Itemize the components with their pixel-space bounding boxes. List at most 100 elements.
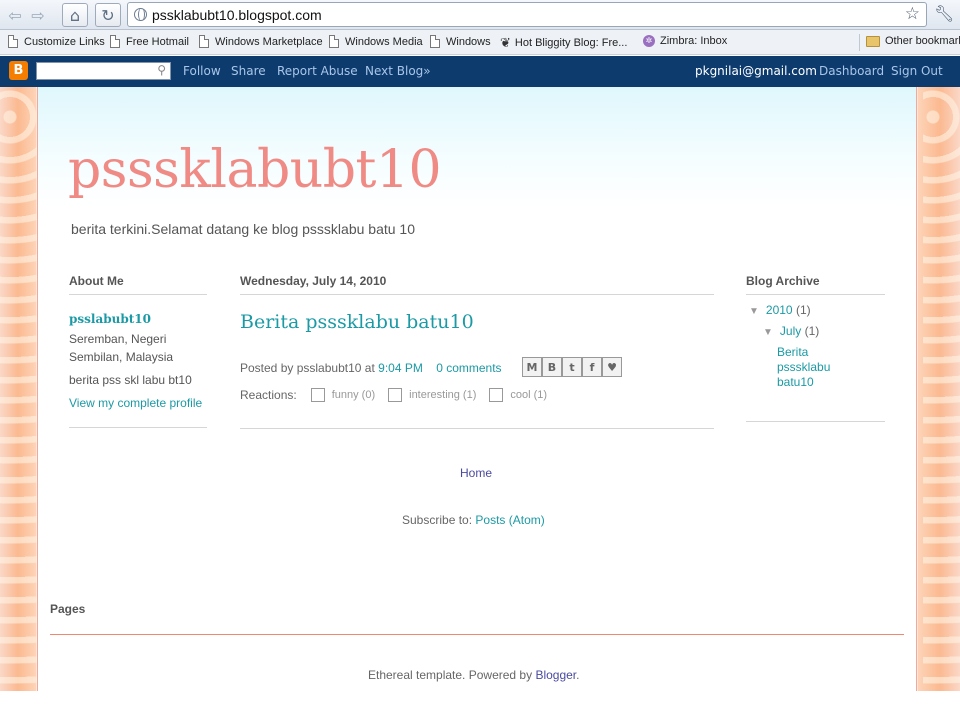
- follow-link[interactable]: Follow: [183, 64, 221, 78]
- at-label: at: [364, 361, 375, 375]
- bookmark-label: Windows: [446, 35, 491, 48]
- blogger-navbar: B ⚲ Follow Share Report Abuse Next Blog»…: [0, 56, 960, 87]
- globe-icon: [134, 8, 147, 21]
- bookmark-label: Other bookmarks: [885, 35, 960, 47]
- footer-text: Ethereal template. Powered by: [368, 668, 533, 682]
- reaction-label: funny (0): [331, 389, 376, 401]
- profile-about-text: berita pss skl labu bt10: [69, 373, 192, 387]
- reaction-interesting[interactable]: interesting (1): [388, 388, 476, 402]
- bookmark-windows[interactable]: Windows: [430, 35, 491, 48]
- reaction-funny[interactable]: funny (0): [310, 388, 376, 402]
- bookmark-label: Zimbra: Inbox: [660, 35, 728, 47]
- page-icon: [8, 35, 18, 48]
- blog-title[interactable]: psssklabubt10: [68, 140, 442, 200]
- archive-post-link[interactable]: Berita psssklabu batu10: [777, 345, 847, 390]
- bookmarks-bar: Customize Links Free Hotmail Windows Mar…: [0, 30, 960, 55]
- bookmark-label: Customize Links: [24, 35, 105, 48]
- home-icon[interactable]: ⌂: [62, 3, 88, 27]
- bookmark-star-icon[interactable]: ☆: [905, 4, 920, 24]
- share-buttons: M B t f ♥: [522, 357, 622, 377]
- archive-month-link[interactable]: July: [780, 324, 801, 338]
- bookmark-label: Windows Media: [345, 35, 423, 48]
- dashboard-link[interactable]: Dashboard: [819, 64, 884, 78]
- report-abuse-link[interactable]: Report Abuse: [277, 64, 358, 78]
- page-icon: [199, 35, 209, 48]
- posts-atom-link[interactable]: Posts (Atom): [475, 513, 544, 527]
- reaction-checkbox[interactable]: [310, 388, 325, 402]
- comments-link[interactable]: 0 comments: [436, 361, 501, 375]
- about-me-heading: About Me: [69, 274, 124, 288]
- blog-archive-heading: Blog Archive: [746, 274, 820, 288]
- archive-year: ▼ 2010 (1): [749, 303, 811, 317]
- divider: [50, 634, 904, 635]
- posted-by-label: Posted by: [240, 361, 294, 375]
- reaction-checkbox[interactable]: [489, 388, 504, 402]
- address-bar[interactable]: pssklabubt10.blogspot.com ☆: [127, 2, 927, 27]
- reaction-checkbox[interactable]: [388, 388, 403, 402]
- post-footer: Posted by psslabubt10 at 9:04 PM 0 comme…: [240, 361, 502, 375]
- pages-heading: Pages: [50, 602, 86, 616]
- blogger-logo-icon[interactable]: B: [9, 61, 28, 80]
- reload-icon[interactable]: ↻: [95, 3, 121, 27]
- bookmark-other-bookmarks[interactable]: Other bookmarks: [866, 35, 960, 47]
- reactions-label: Reactions:: [240, 388, 297, 402]
- wrench-icon[interactable]: 🔧︎: [934, 4, 954, 23]
- buzz-share-icon[interactable]: ♥: [602, 357, 622, 377]
- browser-toolbar: ⇦ ⇨ ⌂ ↻ pssklabubt10.blogspot.com ☆ 🔧︎: [0, 0, 960, 30]
- divider: [69, 427, 207, 428]
- bookmark-free-hotmail[interactable]: Free Hotmail: [110, 35, 189, 48]
- blogger-link[interactable]: Blogger: [535, 668, 576, 682]
- archive-year-count: (1): [795, 303, 811, 317]
- page-icon: [110, 35, 120, 48]
- subscribe-label: Subscribe to:: [402, 513, 473, 527]
- bookmark-windows-marketplace[interactable]: Windows Marketplace: [199, 35, 323, 48]
- bookmark-windows-media[interactable]: Windows Media: [329, 35, 423, 48]
- archive-month-count: (1): [804, 324, 820, 338]
- footer-suffix: .: [576, 668, 580, 682]
- wheat-icon: ❦: [500, 35, 511, 50]
- twitter-share-icon[interactable]: t: [562, 357, 582, 377]
- bookmark-label: Free Hotmail: [126, 35, 189, 48]
- right-floral-border: [923, 87, 960, 691]
- profile-location: Seremban, Negeri Sembilan, Malaysia: [69, 332, 174, 364]
- triangle-down-icon[interactable]: ▼: [749, 306, 759, 317]
- bookmark-label: Windows Marketplace: [215, 35, 323, 48]
- reaction-label: interesting (1): [409, 389, 477, 401]
- reaction-cool[interactable]: cool (1): [489, 388, 547, 402]
- bookmark-label: Hot Bliggity Blog: Fre...: [514, 37, 628, 49]
- back-arrow-icon[interactable]: ⇦: [4, 3, 26, 27]
- page-icon: [430, 35, 440, 48]
- url-text: pssklabubt10.blogspot.com: [152, 6, 322, 23]
- bookmark-customize-links[interactable]: Customize Links: [8, 35, 105, 48]
- email-post-icon[interactable]: M: [522, 357, 542, 377]
- blog-search-input[interactable]: ⚲: [36, 62, 171, 80]
- post-author: psslabubt10: [296, 361, 362, 375]
- forward-arrow-icon[interactable]: ⇨: [27, 3, 49, 27]
- folder-icon: [866, 35, 880, 47]
- post-title-link[interactable]: Berita psssklabu batu10: [240, 311, 474, 333]
- subscribe-line: Subscribe to: Posts (Atom): [402, 513, 545, 527]
- bookmark-hot-bliggity-blog[interactable]: ❦ Hot Bliggity Blog: Fre...: [500, 35, 627, 51]
- reactions: Reactions: funny (0) interesting (1) coo…: [240, 388, 547, 402]
- search-icon[interactable]: ⚲: [157, 63, 166, 77]
- divider: [746, 421, 885, 422]
- bookmark-zimbra-inbox[interactable]: ✲ Zimbra: Inbox: [643, 35, 727, 47]
- triangle-down-icon[interactable]: ▼: [763, 327, 773, 338]
- page-icon: [329, 35, 339, 48]
- next-blog-link[interactable]: Next Blog»: [365, 64, 431, 78]
- blogthis-icon[interactable]: B: [542, 357, 562, 377]
- share-link[interactable]: Share: [231, 64, 266, 78]
- post-time-link[interactable]: 9:04 PM: [378, 361, 423, 375]
- blog-description: berita terkini.Selamat datang ke blog ps…: [71, 221, 415, 237]
- view-profile-link[interactable]: View my complete profile: [69, 396, 202, 410]
- divider: [240, 294, 714, 295]
- reaction-label: cool (1): [510, 389, 548, 401]
- facebook-share-icon[interactable]: f: [582, 357, 602, 377]
- divider: [69, 294, 207, 295]
- bookmarks-separator: [859, 34, 860, 51]
- divider: [240, 428, 714, 429]
- profile-name-link[interactable]: psslabubt10: [69, 312, 151, 326]
- archive-year-link[interactable]: 2010: [766, 303, 793, 317]
- sign-out-link[interactable]: Sign Out: [891, 64, 943, 78]
- home-link[interactable]: Home: [460, 466, 492, 480]
